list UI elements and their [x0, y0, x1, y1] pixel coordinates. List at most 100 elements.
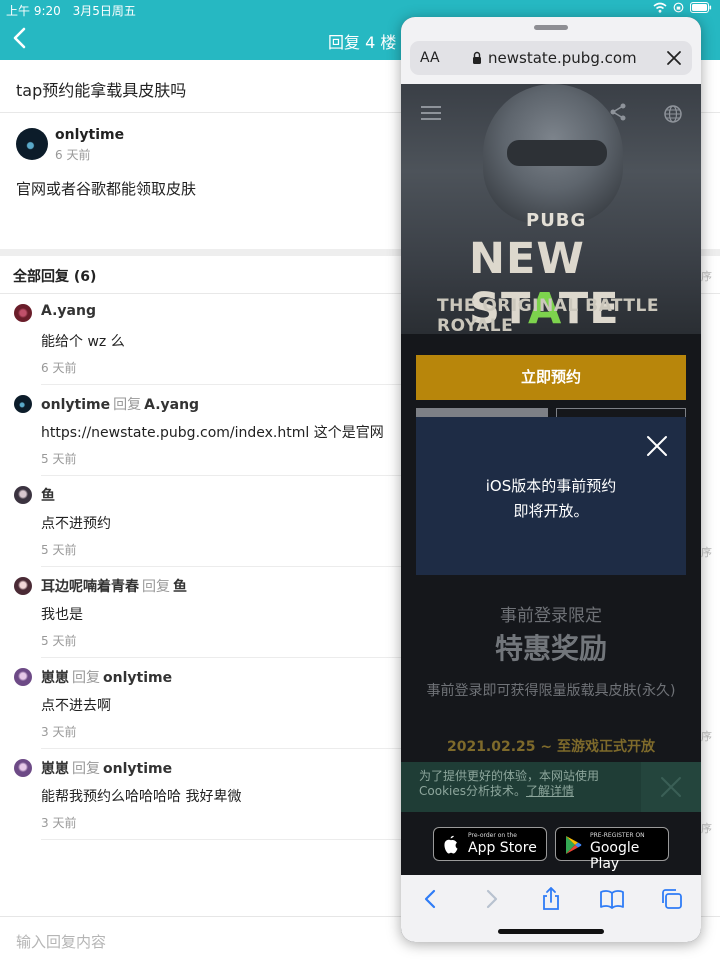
- app-root: 上午 9:20 3月5日周五 回复 4 楼 tap预约能拿载具皮肤吗 onlyt…: [0, 0, 720, 960]
- battery-icon: [690, 2, 712, 13]
- reply-text: 点不进去啊: [41, 698, 111, 714]
- web-content: PUBG NEW STATE THE ORIGINAL BATTLE ROYAL…: [401, 84, 701, 875]
- close-icon[interactable]: [646, 435, 668, 457]
- reply-username[interactable]: onlytime: [41, 397, 110, 413]
- slide-over-browser: AA newstate.pubg.com PUBG NEW STATE THE …: [401, 17, 701, 942]
- browser-top-bar: AA newstate.pubg.com: [401, 17, 701, 84]
- reply-timestamp: 3 天前: [41, 725, 77, 739]
- reply-author-line: 崽崽 回复 onlytime: [41, 758, 172, 778]
- reply-word: 回复: [142, 579, 170, 595]
- avatar[interactable]: [14, 759, 32, 777]
- reward-description: 事前登录即可获得限量版载具皮肤(永久): [426, 683, 676, 699]
- preorder-button[interactable]: 立即预约: [416, 355, 686, 400]
- menu-icon[interactable]: [421, 106, 441, 120]
- reply-author-line: A.yang: [41, 303, 96, 319]
- reply-timestamp: 6 天前: [41, 361, 77, 375]
- reply-word: 回复: [72, 761, 100, 777]
- avatar[interactable]: [14, 668, 32, 686]
- cookie-close-button[interactable]: [641, 762, 701, 812]
- ios-notice-modal: iOS版本的事前预约 即将开放。: [416, 417, 686, 575]
- lock-rotation-icon: [673, 2, 684, 13]
- reply-username[interactable]: 鱼: [41, 488, 55, 504]
- edge-text: 序: [701, 822, 712, 835]
- reply-author-line: onlytime 回复 A.yang: [41, 394, 199, 414]
- reply-timestamp: 3 天前: [41, 816, 77, 830]
- page-title: 回复 4 楼: [328, 33, 397, 52]
- reply-username[interactable]: 耳边呢喃着青春: [41, 579, 139, 595]
- edge-text: 序: [701, 270, 712, 283]
- pubg-logo: PUBG: [526, 210, 587, 231]
- app-store-button[interactable]: Pre-order on the App Store: [433, 827, 547, 861]
- reply-target-username[interactable]: onlytime: [103, 670, 172, 686]
- post-body: 官网或者谷歌都能领取皮肤: [16, 180, 197, 198]
- store-name: App Store: [468, 840, 537, 856]
- avatar[interactable]: [14, 486, 32, 504]
- visor-image: [507, 140, 607, 166]
- apple-icon: [444, 835, 458, 854]
- store-caption: Pre-order on the: [468, 832, 517, 839]
- store-name: Google Play: [590, 840, 640, 872]
- reply-username[interactable]: 崽崽: [41, 670, 69, 686]
- reply-target-username[interactable]: A.yang: [144, 397, 199, 413]
- status-time: 上午 9:20: [6, 4, 61, 18]
- cookie-message: 为了提供更好的体验，本网站使用Cookies分析技术。了解详情: [419, 769, 634, 799]
- date-range: 2021.02.25 ~ 至游戏正式开放: [446, 739, 656, 755]
- post-timestamp: 6 天前: [55, 148, 91, 162]
- reply-timestamp: 5 天前: [41, 634, 77, 648]
- reader-options-button[interactable]: AA: [420, 50, 440, 66]
- avatar[interactable]: [14, 577, 32, 595]
- divider: [41, 839, 401, 840]
- back-icon[interactable]: [418, 887, 444, 911]
- close-icon: [661, 777, 681, 797]
- cookie-banner: 为了提供更好的体验，本网站使用Cookies分析技术。了解详情: [401, 762, 701, 812]
- reply-text: 能帮我预约么哈哈哈哈 我好卑微: [41, 789, 242, 805]
- globe-icon[interactable]: [663, 104, 683, 124]
- reply-target-username[interactable]: onlytime: [103, 761, 172, 777]
- reply-word: 回复: [113, 397, 142, 413]
- bookmarks-icon[interactable]: [599, 887, 625, 911]
- status-icons: [653, 2, 712, 13]
- close-icon[interactable]: [664, 48, 684, 68]
- google-play-button[interactable]: PRE-REGISTER ON Google Play: [555, 827, 669, 872]
- reply-author-line: 崽崽 回复 onlytime: [41, 667, 172, 687]
- wifi-icon: [653, 2, 667, 13]
- reply-target-username[interactable]: 鱼: [173, 579, 187, 595]
- tabs-icon[interactable]: [659, 887, 685, 911]
- cookie-learn-more-link[interactable]: 了解详情: [526, 784, 574, 798]
- edge-text: 序: [701, 730, 712, 743]
- reply-author-line: 耳边呢喃着青春 回复鱼: [41, 576, 187, 596]
- reward-title: 特惠奖励: [494, 632, 607, 665]
- hero-banner: PUBG NEW STATE THE ORIGINAL BATTLE ROYAL…: [401, 84, 701, 336]
- reply-text: 点不进预约: [41, 516, 111, 532]
- lock-icon: [473, 51, 481, 64]
- status-date: 3月5日周五: [72, 4, 136, 18]
- back-arrow-icon[interactable]: [10, 26, 32, 50]
- drag-handle[interactable]: [534, 25, 568, 30]
- post-username[interactable]: onlytime: [55, 127, 124, 143]
- reply-text: 我也是: [41, 607, 83, 623]
- game-subtitle: THE ORIGINAL BATTLE ROYALE: [437, 296, 659, 336]
- modal-message: iOS版本的事前预约: [485, 477, 617, 495]
- home-indicator: [498, 929, 604, 934]
- reply-timestamp: 5 天前: [41, 452, 77, 466]
- address-bar[interactable]: AA newstate.pubg.com: [410, 41, 692, 75]
- avatar[interactable]: [14, 304, 32, 322]
- share-icon[interactable]: [608, 102, 628, 122]
- url-text[interactable]: newstate.pubg.com: [488, 49, 637, 67]
- edge-text: 序: [701, 546, 712, 559]
- store-caption: PRE-REGISTER ON: [590, 832, 645, 839]
- browser-toolbar: [401, 875, 701, 942]
- avatar[interactable]: [14, 395, 32, 413]
- reply-text: 能给个 wz 么: [41, 334, 125, 350]
- reply-username[interactable]: 崽崽: [41, 761, 69, 777]
- reply-username[interactable]: A.yang: [41, 303, 96, 319]
- reply-author-line: 鱼: [41, 485, 55, 505]
- reply-timestamp: 5 天前: [41, 543, 77, 557]
- share-icon[interactable]: [538, 887, 564, 911]
- reply-text[interactable]: https://newstate.pubg.com/index.html 这个是…: [41, 422, 384, 442]
- reply-input[interactable]: 输入回复内容: [16, 931, 106, 952]
- google-play-icon: [566, 836, 582, 854]
- avatar[interactable]: [16, 128, 48, 160]
- limited-label: 事前登录限定: [500, 606, 602, 626]
- forward-icon[interactable]: [478, 887, 504, 911]
